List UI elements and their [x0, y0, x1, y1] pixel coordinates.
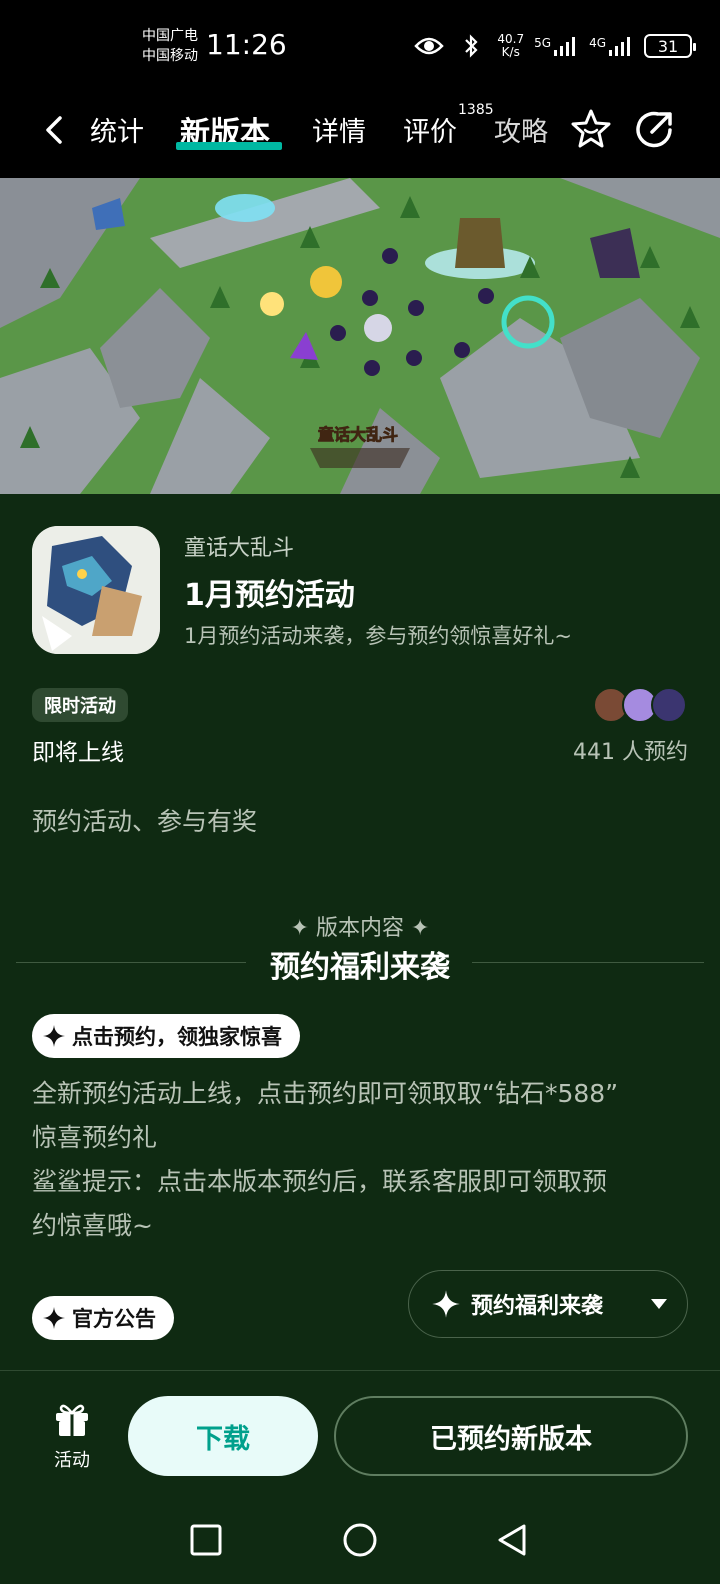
download-button[interactable]: 下载: [128, 1396, 318, 1476]
pill-label: 点击预约，领独家惊喜: [72, 1025, 282, 1049]
net-type-2: 4G: [589, 36, 606, 50]
battery-level: 31: [657, 36, 679, 56]
sparkle-icon: [432, 1290, 460, 1318]
tab-guides[interactable]: 攻略: [494, 110, 548, 149]
active-tab-indicator: [176, 142, 282, 150]
game-banner-image[interactable]: 童话大乱斗: [0, 178, 720, 494]
battery-icon: 31: [644, 34, 696, 58]
event-description: 预约活动、参与有奖: [32, 807, 258, 836]
banner-illustration: 童话大乱斗: [0, 178, 720, 494]
gift-icon: [56, 1404, 88, 1436]
highlight-body: 全新预约活动上线，点击预约即可领取取“钻石*588” 惊喜预约礼 鲨鲨提示：点击…: [32, 1072, 688, 1248]
sparkle-icon: [43, 1307, 65, 1329]
status-bar: 中国广电 中国移动 11:26 40.7 K/s 5G 4G 31: [0, 0, 720, 92]
banner-logo-text: 童话大乱斗: [318, 425, 398, 444]
activity-label: 活动: [54, 1450, 90, 1471]
system-navigation-bar: [0, 1500, 720, 1584]
section-divider-right: [472, 962, 704, 963]
status-icons: 40.7 K/s 5G 4G 31: [413, 30, 696, 62]
carrier-info: 中国广电 中国移动: [142, 26, 198, 66]
signal-bars-icon-2: [609, 37, 630, 56]
section-title: 预约福利来袭: [270, 950, 450, 985]
sparkle-icon: ✦: [404, 916, 430, 941]
body-line-3: 鲨鲨提示：点击本版本预约后，联系客服即可领取预: [32, 1167, 608, 1196]
event-state: 即将上线: [32, 740, 124, 766]
section-dropdown[interactable]: 预约福利来袭: [408, 1270, 688, 1338]
tab-reviews[interactable]: 评价: [403, 110, 457, 149]
recent-apps-square-icon[interactable]: [186, 1520, 226, 1560]
body-line-1: 全新预约活动上线，点击预约即可领取取“钻石*588”: [32, 1079, 619, 1108]
back-arrow-icon[interactable]: [36, 110, 76, 150]
reserve-highlight-pill: 点击预约，领独家惊喜: [32, 1014, 300, 1058]
net-speed: 40.7 K/s: [497, 33, 524, 59]
event-subtitle: 1月预约活动来袭，参与预约领惊喜好礼~: [184, 624, 572, 648]
signal-bars-icon: [554, 37, 576, 56]
home-circle-icon[interactable]: [340, 1520, 380, 1560]
official-announcement-pill: 官方公告: [32, 1296, 174, 1340]
limited-time-tag: 限时活动: [32, 688, 128, 722]
top-nav: 统计 新版本 详情 评价 1385 攻略: [0, 92, 720, 178]
activity-button[interactable]: 活动: [40, 1400, 104, 1472]
dropdown-label: 预约福利来袭: [471, 1294, 604, 1319]
section-pre-label: ✦ 版本内容 ✦: [0, 910, 720, 942]
back-triangle-icon[interactable]: [492, 1520, 532, 1560]
carrier-1: 中国广电: [142, 28, 198, 44]
clock: 11:26: [206, 28, 287, 61]
reserve-count: 441 人预约: [573, 740, 688, 765]
reserver-avatars: [593, 687, 687, 723]
sparkle-icon: [43, 1025, 65, 1047]
tab-stats[interactable]: 统计: [90, 110, 144, 149]
announcement-label: 官方公告: [72, 1307, 156, 1331]
review-count-badge: 1385: [458, 102, 494, 118]
section-pre-text: 版本内容: [315, 916, 404, 941]
signal-5g: 5G: [534, 36, 579, 56]
chevron-down-icon: [651, 1299, 667, 1309]
body-line-4: 约惊喜哦~: [32, 1211, 153, 1240]
reserved-new-version-button[interactable]: 已预约新版本: [334, 1396, 688, 1476]
share-icon[interactable]: [632, 106, 678, 152]
tab-details[interactable]: 详情: [312, 110, 366, 149]
dragon-illustration: [32, 526, 160, 654]
net-speed-unit: K/s: [501, 45, 520, 59]
eye-icon: [413, 30, 445, 62]
carrier-2: 中国移动: [142, 48, 198, 64]
sparkle-icon: ✦: [290, 916, 316, 941]
favorite-star-icon[interactable]: [568, 106, 614, 152]
bluetooth-icon: [455, 30, 487, 62]
bottom-bar-divider: [0, 1370, 720, 1371]
net-type-1: 5G: [534, 36, 552, 50]
game-app-icon[interactable]: [32, 526, 160, 654]
body-line-2: 惊喜预约礼: [32, 1123, 158, 1152]
event-title: 1月预约活动: [184, 578, 355, 613]
signal-4g: 4G: [589, 36, 634, 56]
game-name: 童话大乱斗: [184, 536, 295, 561]
